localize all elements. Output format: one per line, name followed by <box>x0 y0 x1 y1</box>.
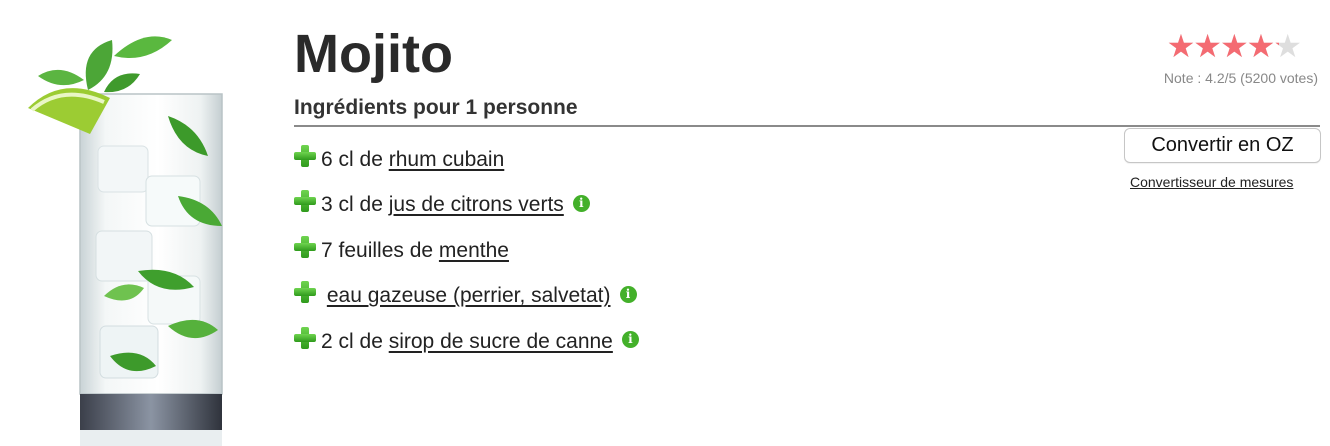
ingredient-quantity: 7 feuilles de <box>321 238 439 262</box>
ingredient-item: 6 cl de rhum cubain <box>294 137 639 183</box>
ingredient-link[interactable]: sirop de sucre de canne <box>389 330 613 354</box>
ingredient-link[interactable]: menthe <box>439 239 509 263</box>
ingredient-item: 7 feuilles de menthe <box>294 228 639 274</box>
ingredient-item: 3 cl de jus de citrons verts i <box>294 183 639 229</box>
ingredient-link[interactable]: jus de citrons verts <box>389 193 564 217</box>
ingredients-heading: Ingrédients pour 1 personne <box>294 95 1320 127</box>
rating-text: Note : 4.2/5 (5200 votes) <box>1163 70 1318 86</box>
plus-icon[interactable] <box>294 144 316 167</box>
info-icon[interactable]: i <box>619 285 637 303</box>
ingredient-link[interactable]: eau gazeuse (perrier, salvetat) <box>327 284 611 308</box>
star-icon: ★★★★★ <box>1166 28 1279 64</box>
recipe-title: Mojito <box>294 24 453 84</box>
ingredient-quantity: 3 cl de <box>321 193 389 217</box>
mojito-image <box>18 26 280 446</box>
plus-icon[interactable] <box>294 190 316 213</box>
plus-icon[interactable] <box>294 235 316 258</box>
plus-icon[interactable] <box>294 326 316 349</box>
convert-oz-button[interactable]: Convertir en OZ <box>1124 128 1321 163</box>
converter-link[interactable]: Convertisseur de mesures <box>1130 174 1293 190</box>
ingredient-quantity: 2 cl de <box>321 329 389 353</box>
ingredient-list: 6 cl de rhum cubain 3 cl de jus de citro… <box>294 137 639 365</box>
info-icon[interactable]: i <box>572 194 590 212</box>
ingredient-quantity: 6 cl de <box>321 147 389 171</box>
ingredient-item: eau gazeuse (perrier, salvetat) i <box>294 274 639 320</box>
plus-icon[interactable] <box>294 281 316 304</box>
ingredients-heading-label: Ingrédients pour 1 personne <box>294 96 578 119</box>
ingredient-item: 2 cl de sirop de sucre de canne i <box>294 319 639 365</box>
ingredient-link[interactable]: rhum cubain <box>389 148 505 172</box>
info-icon[interactable]: i <box>621 331 639 349</box>
rating: ★★★★★ ★★★★★ Note : 4.2/5 (5200 votes) <box>1118 28 1318 86</box>
star-rating[interactable]: ★★★★★ ★★★★★ <box>1166 28 1302 64</box>
